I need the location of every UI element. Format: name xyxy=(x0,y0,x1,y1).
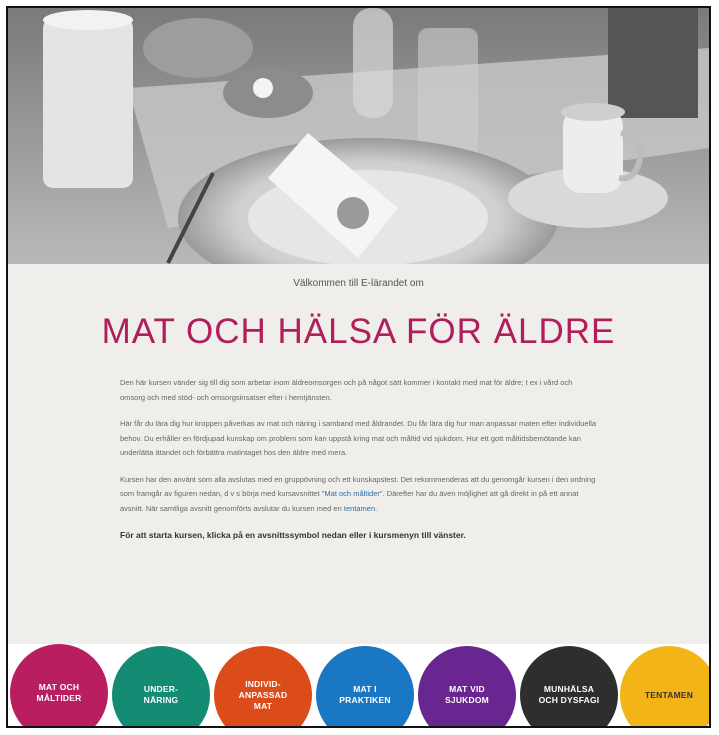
start-instruction: För att starta kursen, klicka på en avsn… xyxy=(120,530,466,540)
paragraph-3: Kursen har den använt som alla avslutas … xyxy=(120,474,596,513)
section-mat-och-maltider-button[interactable]: MAT OCH MÅLTIDER xyxy=(10,644,108,726)
section-munhalsa-och-dysfagi-button[interactable]: MUNHÄLSA OCH DYSFAGI xyxy=(520,646,618,726)
paragraph-1: Den här kursen vänder sig till dig som a… xyxy=(120,378,573,402)
page-title: MAT OCH HÄLSA FÖR ÄLDRE xyxy=(101,312,616,351)
course-description: Den här kursen vänder sig till dig som a… xyxy=(120,376,598,555)
paragraph-2: Här får du lära dig hur kroppen påverkas… xyxy=(120,419,597,457)
intro-section: Välkommen till E-lärandet om MAT OCH HÄL… xyxy=(8,264,709,644)
mat-och-maltider-link[interactable]: "Mat och måltider" xyxy=(322,489,383,498)
section-undernaring-button[interactable]: UNDER- NÄRING xyxy=(112,646,210,726)
hero-image xyxy=(8,8,709,264)
page-frame: Välkommen till E-lärandet om MAT OCH HÄL… xyxy=(6,6,711,728)
tentamen-link[interactable]: tentamen xyxy=(344,504,375,513)
section-navigation: MAT OCH MÅLTIDER UNDER- NÄRING INDIVID- … xyxy=(8,644,709,726)
section-mat-vid-sjukdom-button[interactable]: MAT VID SJUKDOM xyxy=(418,646,516,726)
section-individanpassad-mat-button[interactable]: INDIVID- ANPASSAD MAT xyxy=(214,646,312,726)
section-mat-i-praktiken-button[interactable]: MAT I PRAKTIKEN xyxy=(316,646,414,726)
welcome-text: Välkommen till E-lärandet om xyxy=(293,278,424,289)
section-tentamen-button[interactable]: TENTAMEN xyxy=(620,646,709,726)
